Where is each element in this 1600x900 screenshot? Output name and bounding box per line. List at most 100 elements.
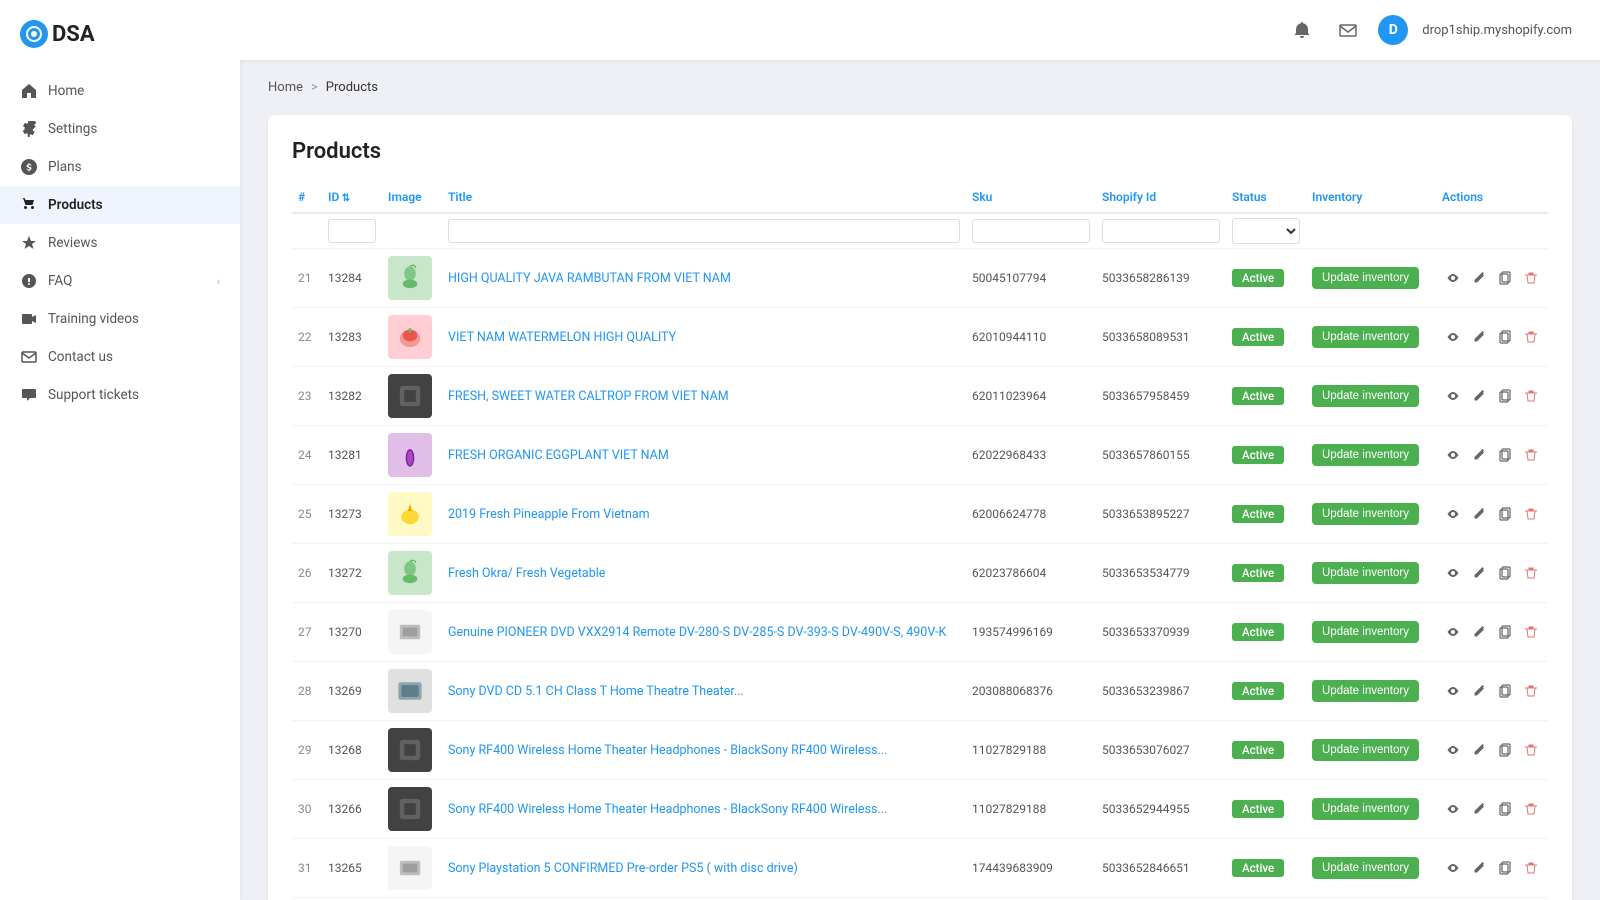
- copy-icon[interactable]: [1494, 385, 1516, 407]
- view-icon[interactable]: [1442, 385, 1464, 407]
- view-icon[interactable]: [1442, 680, 1464, 702]
- view-icon[interactable]: [1442, 739, 1464, 761]
- delete-icon[interactable]: [1520, 444, 1542, 466]
- star-icon: [20, 234, 38, 252]
- sidebar-item-training[interactable]: Training videos: [0, 300, 240, 338]
- col-inventory: Inventory: [1306, 182, 1436, 213]
- view-icon[interactable]: [1442, 326, 1464, 348]
- update-inventory-button[interactable]: Update inventory: [1312, 503, 1419, 525]
- view-icon[interactable]: [1442, 444, 1464, 466]
- edit-icon[interactable]: [1468, 385, 1490, 407]
- row-title: Genuine PIONEER DVD VXX2914 Remote DV-28…: [442, 603, 966, 662]
- update-inventory-button[interactable]: Update inventory: [1312, 326, 1419, 348]
- sidebar-item-settings[interactable]: Settings: [0, 110, 240, 148]
- delete-icon[interactable]: [1520, 739, 1542, 761]
- action-icons: [1442, 562, 1542, 584]
- view-icon[interactable]: [1442, 857, 1464, 879]
- copy-icon[interactable]: [1494, 562, 1516, 584]
- edit-icon[interactable]: [1468, 267, 1490, 289]
- update-inventory-button[interactable]: Update inventory: [1312, 562, 1419, 584]
- table-row: 30 13266 Sony RF400 Wireless Home Theate…: [292, 780, 1548, 839]
- sidebar-item-faq[interactable]: FAQ ›: [0, 262, 240, 300]
- product-title-link[interactable]: Sony DVD CD 5.1 CH Class T Home Theatre …: [448, 684, 744, 699]
- copy-icon[interactable]: [1494, 621, 1516, 643]
- product-title-link[interactable]: Genuine PIONEER DVD VXX2914 Remote DV-28…: [448, 625, 946, 640]
- notification-icon[interactable]: [1286, 14, 1318, 46]
- copy-icon[interactable]: [1494, 857, 1516, 879]
- edit-icon[interactable]: [1468, 562, 1490, 584]
- table-row: 29 13268 Sony RF400 Wireless Home Theate…: [292, 721, 1548, 780]
- filter-title-input[interactable]: [448, 219, 960, 243]
- delete-icon[interactable]: [1520, 857, 1542, 879]
- product-title-link[interactable]: Fresh Okra/ Fresh Vegetable: [448, 566, 605, 581]
- view-icon[interactable]: [1442, 267, 1464, 289]
- breadcrumb-home[interactable]: Home: [268, 80, 303, 95]
- edit-icon[interactable]: [1468, 857, 1490, 879]
- edit-icon[interactable]: [1468, 739, 1490, 761]
- delete-icon[interactable]: [1520, 562, 1542, 584]
- update-inventory-button[interactable]: Update inventory: [1312, 680, 1419, 702]
- product-title-link[interactable]: 2019 Fresh Pineapple From Vietnam: [448, 507, 650, 522]
- update-inventory-button[interactable]: Update inventory: [1312, 621, 1419, 643]
- filter-actions-cell: [1436, 213, 1548, 249]
- product-title-link[interactable]: VIET NAM WATERMELON HIGH QUALITY: [448, 330, 676, 345]
- edit-icon[interactable]: [1468, 798, 1490, 820]
- view-icon[interactable]: [1442, 503, 1464, 525]
- status-badge: Active: [1232, 800, 1284, 818]
- product-title-link[interactable]: FRESH ORGANIC EGGPLANT VIET NAM: [448, 448, 669, 463]
- sidebar-item-reviews[interactable]: Reviews: [0, 224, 240, 262]
- product-title-link[interactable]: Sony Playstation 5 CONFIRMED Pre-order P…: [448, 861, 798, 876]
- copy-icon[interactable]: [1494, 267, 1516, 289]
- delete-icon[interactable]: [1520, 621, 1542, 643]
- copy-icon[interactable]: [1494, 680, 1516, 702]
- col-id[interactable]: ID: [322, 182, 382, 213]
- delete-icon[interactable]: [1520, 798, 1542, 820]
- row-id: 13265: [322, 839, 382, 898]
- row-image: [382, 662, 442, 721]
- copy-icon[interactable]: [1494, 503, 1516, 525]
- edit-icon[interactable]: [1468, 680, 1490, 702]
- product-title-link[interactable]: Sony RF400 Wireless Home Theater Headpho…: [448, 802, 887, 817]
- table-row: 31 13265 Sony Playstation 5 CONFIRMED Pr…: [292, 839, 1548, 898]
- delete-icon[interactable]: [1520, 385, 1542, 407]
- filter-status-select[interactable]: Active Inactive: [1232, 218, 1300, 244]
- update-inventory-button[interactable]: Update inventory: [1312, 444, 1419, 466]
- row-number: 28: [292, 662, 322, 721]
- sidebar-item-products[interactable]: Products: [0, 186, 240, 224]
- edit-icon[interactable]: [1468, 444, 1490, 466]
- update-inventory-button[interactable]: Update inventory: [1312, 798, 1419, 820]
- update-inventory-button[interactable]: Update inventory: [1312, 739, 1419, 761]
- update-inventory-button[interactable]: Update inventory: [1312, 857, 1419, 879]
- action-icons: [1442, 444, 1542, 466]
- status-badge: Active: [1232, 564, 1284, 582]
- filter-id-input[interactable]: [328, 219, 376, 243]
- filter-shopify-input[interactable]: [1102, 219, 1220, 243]
- update-inventory-button[interactable]: Update inventory: [1312, 385, 1419, 407]
- delete-icon[interactable]: [1520, 503, 1542, 525]
- edit-icon[interactable]: [1468, 503, 1490, 525]
- breadcrumb-separator: >: [311, 80, 318, 95]
- edit-icon[interactable]: [1468, 621, 1490, 643]
- delete-icon[interactable]: [1520, 680, 1542, 702]
- sidebar-item-home[interactable]: Home: [0, 72, 240, 110]
- sidebar-item-support[interactable]: Support tickets: [0, 376, 240, 414]
- update-inventory-button[interactable]: Update inventory: [1312, 267, 1419, 289]
- edit-icon[interactable]: [1468, 326, 1490, 348]
- filter-sku-input[interactable]: [972, 219, 1090, 243]
- product-title-link[interactable]: Sony RF400 Wireless Home Theater Headpho…: [448, 743, 887, 758]
- copy-icon[interactable]: [1494, 798, 1516, 820]
- product-thumbnail: [388, 433, 432, 477]
- copy-icon[interactable]: [1494, 444, 1516, 466]
- view-icon[interactable]: [1442, 562, 1464, 584]
- copy-icon[interactable]: [1494, 326, 1516, 348]
- view-icon[interactable]: [1442, 621, 1464, 643]
- sidebar-item-contact[interactable]: Contact us: [0, 338, 240, 376]
- view-icon[interactable]: [1442, 798, 1464, 820]
- sidebar-item-plans[interactable]: Plans: [0, 148, 240, 186]
- email-icon[interactable]: [1332, 14, 1364, 46]
- product-title-link[interactable]: HIGH QUALITY JAVA RAMBUTAN FROM VIET NAM: [448, 271, 731, 286]
- copy-icon[interactable]: [1494, 739, 1516, 761]
- delete-icon[interactable]: [1520, 326, 1542, 348]
- product-title-link[interactable]: FRESH, SWEET WATER CALTROP FROM VIET NAM: [448, 389, 729, 404]
- delete-icon[interactable]: [1520, 267, 1542, 289]
